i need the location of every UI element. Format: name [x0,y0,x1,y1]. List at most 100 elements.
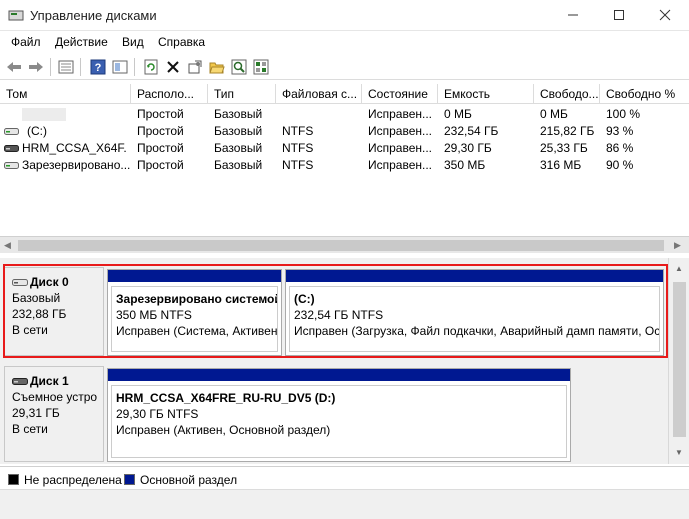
volume-layout: Простой [137,158,184,172]
delete-button[interactable] [163,57,183,77]
volume-type: Базовый [214,158,263,172]
refresh-button[interactable] [141,57,161,77]
menu-file[interactable]: Файл [11,35,41,49]
volume-layout: Простой [137,141,184,155]
column-header-filesystem[interactable]: Файловая с... [276,84,362,104]
window-title: Управление дисками [30,8,157,23]
delete-icon [167,61,179,73]
removable-drive-icon [4,145,19,152]
volume-free-space: 25,33 ГБ [540,141,588,155]
toolbar-separator [134,58,135,76]
vertical-scrollbar[interactable]: ▲ ▼ [668,258,689,464]
search-button[interactable] [229,57,249,77]
volume-free-space: 316 МБ [540,158,582,172]
partition-details: HRM_CCSA_X64FRE_RU-RU_DV5 (D:) 29,30 ГБ … [111,385,567,458]
volume-type: Базовый [214,107,263,121]
column-header-layout[interactable]: Располо... [131,84,208,104]
open-folder-icon [209,62,225,74]
table-row[interactable]: HRM_CCSA_X64F... Простой Базовый NTFS Ис… [0,140,689,157]
open-folder-button[interactable] [207,57,227,77]
volume-type: Базовый [214,124,263,138]
disk-0-highlight [3,264,668,358]
table-row[interactable]: (C:) Простой Базовый NTFS Исправен... 23… [0,123,689,140]
settings-icon [188,60,202,74]
column-header-free-space[interactable]: Свободо... [534,84,600,104]
column-header-free-percent[interactable]: Свободно % [600,84,689,104]
maximize-button[interactable] [596,0,642,30]
volume-status: Исправен... [368,124,433,138]
volume-status: Исправен... [368,141,433,155]
volume-free-percent: 100 % [606,107,641,121]
scroll-left-arrow-icon[interactable]: ◀ [4,240,11,251]
settings-button[interactable] [185,57,205,77]
volume-status: Исправен... [368,107,433,121]
partition-size: 29,30 ГБ NTFS [116,407,199,421]
properties-button[interactable] [56,57,76,77]
volume-name: (C:) [27,124,47,138]
partition-bar [108,369,570,381]
help-button[interactable]: ? [88,57,108,77]
scroll-down-arrow-icon[interactable]: ▼ [675,448,683,457]
svg-text:?: ? [95,62,102,74]
scroll-right-arrow-icon[interactable]: ▶ [674,240,681,251]
view-icon [112,60,128,74]
partition-name: HRM_CCSA_X64FRE_RU-RU_DV5 (D:) [116,391,336,405]
partition-d[interactable]: HRM_CCSA_X64FRE_RU-RU_DV5 (D:) 29,30 ГБ … [107,368,571,462]
column-header-type[interactable]: Тип [208,84,276,104]
volume-free-percent: 90 % [606,158,634,172]
volume-free-percent: 86 % [606,141,634,155]
volume-layout: Простой [137,107,184,121]
menu-help[interactable]: Справка [158,35,205,49]
volume-capacity: 232,54 ГБ [444,124,499,138]
search-icon [231,59,247,75]
view-button[interactable] [110,57,130,77]
volume-name: Зарезервировано... [22,158,130,172]
disk-type: Съемное устро [12,390,98,404]
minimize-button[interactable] [550,0,596,30]
disk-size: 29,31 ГБ [12,406,60,420]
volume-capacity: 29,30 ГБ [444,141,492,155]
toolbar-separator [80,58,81,76]
volume-type: Базовый [214,141,263,155]
drive-icon [4,128,19,135]
volume-filesystem: NTFS [282,124,314,138]
menu-bar: Файл Действие Вид Справка [0,31,689,53]
drive-icon [4,162,19,169]
legend-label-unallocated: Не распределена [24,473,122,487]
volume-filesystem: NTFS [282,158,314,172]
volume-name: HRM_CCSA_X64F... [22,141,126,155]
forward-arrow-icon [29,62,43,72]
scrollbar-thumb[interactable] [673,282,686,437]
legend-swatch-unallocated [8,474,19,485]
table-row[interactable]: Зарезервировано... Простой Базовый NTFS … [0,157,689,174]
scroll-up-arrow-icon[interactable]: ▲ [675,264,683,273]
partition-status: Исправен (Активен, Основной раздел) [116,423,331,437]
refresh-icon [144,59,158,75]
forward-button[interactable] [26,57,46,77]
menu-action[interactable]: Действие [55,35,108,49]
disk-name: Диск 1 [12,373,103,389]
column-header-status[interactable]: Состояние [362,84,438,104]
properties-grid-icon [253,59,269,75]
title-bar: Управление дисками [0,0,689,31]
menu-view[interactable]: Вид [122,35,144,49]
help-icon: ? [90,59,106,75]
disk-management-icon [8,10,24,21]
legend-label-primary: Основной раздел [140,473,238,487]
legend-swatch-primary [124,474,135,485]
horizontal-scrollbar[interactable]: ◀ ▶ [0,236,689,253]
scrollbar-thumb[interactable] [18,240,664,251]
legend: Не распределена Основной раздел [0,466,689,488]
volume-capacity: 350 МБ [444,158,486,172]
column-header-volume[interactable]: Том [0,84,131,104]
volume-free-space: 0 МБ [540,107,568,121]
properties-grid-button[interactable] [251,57,271,77]
column-header-capacity[interactable]: Емкость [438,84,534,104]
close-icon [659,9,671,21]
close-button[interactable] [642,0,688,30]
disk-status: В сети [12,422,48,436]
table-row[interactable]: Простой Базовый Исправен... 0 МБ 0 МБ 10… [0,106,689,123]
back-button[interactable] [4,57,24,77]
volume-capacity: 0 МБ [444,107,472,121]
disk-1-label[interactable]: Диск 1 Съемное устро 29,31 ГБ В сети [4,366,104,462]
